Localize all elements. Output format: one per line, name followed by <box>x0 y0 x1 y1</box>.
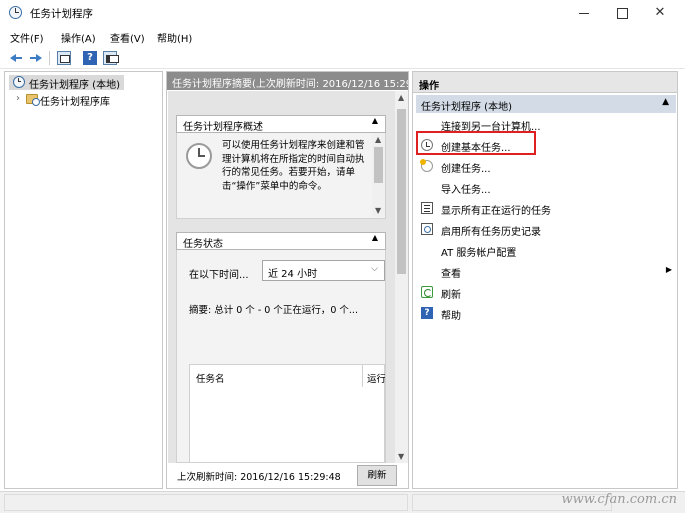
menu-action[interactable]: 操作(A) <box>61 30 96 45</box>
last-refresh-text: 上次刷新时间: 2016/12/16 15:29:48 <box>177 472 341 483</box>
action-label: 查看 <box>441 269 461 280</box>
task-status-section: 在以下时间... 近 24 小时 ⌵ 摘要: 总计 0 个 - 0 个正在运行，… <box>176 250 386 463</box>
action-label: 显示所有正在运行的任务 <box>441 206 551 217</box>
action-enable-history[interactable]: 启用所有任务历史记录 <box>421 221 675 238</box>
period-label: 在以下时间... <box>189 270 249 281</box>
console-tree: 任务计划程序 (本地) › 任务计划程序库 <box>4 71 163 489</box>
action-import-task[interactable]: 导入任务... <box>421 179 675 196</box>
scroll-up-icon[interactable]: ▲ <box>398 93 404 102</box>
action-label: 帮助 <box>441 311 461 322</box>
tree-item-label: 任务计划程序 (本地) <box>29 80 120 91</box>
action-label: 启用所有任务历史记录 <box>441 227 541 238</box>
tree-item-library[interactable]: › 任务计划程序库 <box>9 92 114 108</box>
scroll-thumb[interactable] <box>374 147 383 183</box>
forward-arrow-icon[interactable] <box>29 51 43 65</box>
menu-help[interactable]: 帮助(H) <box>157 30 192 45</box>
group-title: 任务计划程序 (本地) <box>421 102 512 113</box>
summary-pane: 任务计划程序摘要(上次刷新时间: 2016/12/16 15:29:48) 任务… <box>166 71 409 489</box>
action-label: 刷新 <box>441 290 461 301</box>
task-status-table: 任务名 运行 <box>189 364 385 463</box>
action-pane-icon[interactable] <box>103 51 119 65</box>
overview-text: 可以使用任务计划程序来创建和管理计算机将在所指定的时间自动执行的常见任务。若要开… <box>222 140 365 192</box>
toolbar-separator <box>49 51 50 65</box>
action-view[interactable]: 查看 ▶ <box>421 263 675 280</box>
toolbar: ? <box>0 47 685 69</box>
menu-view[interactable]: 查看(V) <box>110 30 145 45</box>
back-arrow-icon[interactable] <box>9 51 23 65</box>
minimize-button[interactable] <box>565 0 603 26</box>
folder-clock-icon <box>26 94 40 106</box>
highlight-annotation <box>416 131 536 155</box>
submenu-arrow-icon: ▶ <box>665 265 672 274</box>
section-title: 任务状态 <box>183 239 223 250</box>
overview-scrollbar[interactable]: ▲ ▼ <box>372 133 385 217</box>
window-title: 任务计划程序 <box>30 8 93 20</box>
action-at-service-config[interactable]: AT 服务帐户配置 <box>421 242 675 259</box>
running-tasks-icon <box>421 202 433 214</box>
task-status-section-header[interactable]: 任务状态 ▲ <box>176 232 386 250</box>
period-select[interactable]: 近 24 小时 ⌵ <box>262 260 385 281</box>
help-icon: ? <box>421 307 433 319</box>
status-segment <box>4 494 408 511</box>
action-refresh[interactable]: 刷新 <box>421 284 675 301</box>
column-header-run[interactable]: 运行 <box>367 371 385 385</box>
actions-group-header[interactable]: 任务计划程序 (本地) ▲ <box>416 95 676 113</box>
scroll-down-icon[interactable]: ▼ <box>375 206 381 215</box>
maximize-button[interactable] <box>603 0 641 26</box>
clock-app-icon <box>9 6 22 19</box>
scroll-thumb[interactable] <box>397 109 406 274</box>
collapse-icon[interactable]: ▲ <box>662 97 669 107</box>
refresh-button[interactable]: 刷新 <box>357 465 397 486</box>
refresh-icon <box>421 286 433 298</box>
collapse-icon[interactable]: ▲ <box>372 233 378 242</box>
overview-section: 可以使用任务计划程序来创建和管理计算机将在所指定的时间自动执行的常见任务。若要开… <box>176 133 386 219</box>
column-divider[interactable] <box>362 365 363 387</box>
task-scheduler-window: 任务计划程序 ✕ 文件(F) 操作(A) 查看(V) 帮助(H) ? 任务计划程… <box>0 0 685 513</box>
scroll-up-icon[interactable]: ▲ <box>375 135 381 144</box>
summary-footer: 上次刷新时间: 2016/12/16 15:29:48 刷新 <box>167 463 408 488</box>
action-label: 创建任务... <box>441 164 491 175</box>
action-show-running-tasks[interactable]: 显示所有正在运行的任务 <box>421 200 675 217</box>
status-summary: 摘要: 总计 0 个 - 0 个正在运行，0 个... <box>189 305 358 316</box>
title-bar: 任务计划程序 ✕ <box>0 0 685 26</box>
column-header-task-name[interactable]: 任务名 <box>196 371 225 385</box>
tree-item-root[interactable]: 任务计划程序 (本地) <box>9 75 124 91</box>
clock-icon <box>186 143 212 169</box>
chevron-down-icon: ⌵ <box>371 264 378 274</box>
scroll-down-icon[interactable]: ▼ <box>398 452 404 461</box>
watermark: www.cfan.com.cn <box>561 492 677 507</box>
actions-header: 操作 <box>413 72 677 93</box>
chevron-right-icon[interactable]: › <box>16 93 20 104</box>
tree-item-label: 任务计划程序库 <box>40 97 110 108</box>
create-task-icon <box>420 159 433 172</box>
summary-scrollbar[interactable]: ▲ ▼ <box>395 91 408 463</box>
action-help[interactable]: ? 帮助 <box>421 305 675 322</box>
task-history-icon <box>421 223 433 235</box>
overview-section-header[interactable]: 任务计划程序概述 ▲ <box>176 115 386 133</box>
action-label: 导入任务... <box>441 185 491 196</box>
help-icon[interactable]: ? <box>83 51 97 65</box>
section-title: 任务计划程序概述 <box>183 122 263 133</box>
summary-header: 任务计划程序摘要(上次刷新时间: 2016/12/16 15:29:48) <box>167 72 408 90</box>
menu-bar: 文件(F) 操作(A) 查看(V) 帮助(H) <box>0 27 685 45</box>
period-value: 近 24 小时 <box>268 269 318 280</box>
close-button[interactable]: ✕ <box>641 0 679 26</box>
action-create-task[interactable]: 创建任务... <box>420 158 675 175</box>
summary-body: 任务计划程序概述 ▲ 可以使用任务计划程序来创建和管理计算机将在所指定的时间自动… <box>168 91 395 463</box>
menu-file[interactable]: 文件(F) <box>10 30 44 45</box>
show-hide-console-tree-icon[interactable] <box>57 51 71 65</box>
action-label: AT 服务帐户配置 <box>441 248 517 259</box>
clock-icon <box>13 76 25 88</box>
collapse-icon[interactable]: ▲ <box>372 116 378 125</box>
